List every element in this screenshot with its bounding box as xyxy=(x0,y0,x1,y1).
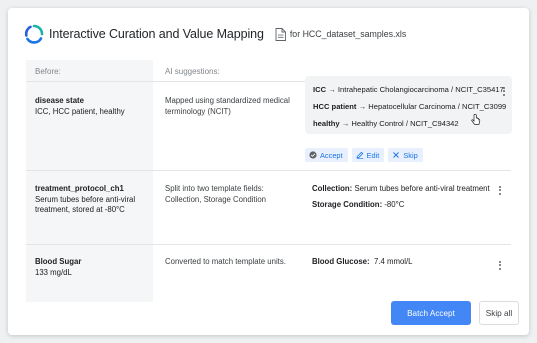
more-options-icon[interactable] xyxy=(496,259,504,271)
ai-suggestion: Mapped using standardized medical termin… xyxy=(165,96,290,116)
field-value: 133 mg/dL xyxy=(35,267,72,277)
result-key: Collection: xyxy=(312,184,353,193)
result-line: Storage Condition: -80°C xyxy=(312,200,404,211)
field-name: Blood Sugar xyxy=(35,257,82,266)
result-line: Blood Glucose: 7.4 mmol/L xyxy=(312,257,413,268)
table-row: Blood Sugar 133 mg/dL Converted to match… xyxy=(26,245,511,302)
before-cell: treatment_protocol_ch1 Serum tubes befor… xyxy=(35,184,147,216)
page-title: Interactive Curation and Value Mapping xyxy=(49,27,264,41)
result-key: Storage Condition: xyxy=(312,200,383,209)
result-value: Serum tubes before anti-viral treatment xyxy=(352,184,490,193)
result-line: Collection: Serum tubes before anti-vira… xyxy=(312,184,490,195)
before-cell: disease state ICC, HCC patient, healthy xyxy=(35,96,147,117)
table-row: treatment_protocol_ch1 Serum tubes befor… xyxy=(26,171,511,245)
file-name: for HCC_dataset_samples.xls xyxy=(289,29,407,39)
field-value: ICC, HCC patient, healthy xyxy=(35,106,125,116)
ai-suggestion: Split into two template fields: Collecti… xyxy=(165,184,266,204)
pencil-icon xyxy=(356,151,364,159)
result-value: -80°C xyxy=(382,200,405,209)
skip-button[interactable]: Skip xyxy=(388,148,423,162)
mapping-target: → Intrahepatic Cholangiocarcinoma / NCIT… xyxy=(326,85,504,94)
curation-card: Interactive Curation and Value Mapping f… xyxy=(8,8,529,335)
mapping-source: HCC patient xyxy=(313,102,357,111)
more-options-icon[interactable] xyxy=(500,85,508,97)
logo-icon xyxy=(24,24,44,44)
ai-suggestion: Converted to match template units. xyxy=(165,257,286,266)
field-value: Serum tubes before anti-viral treatment,… xyxy=(35,194,136,215)
skip-all-button[interactable]: Skip all xyxy=(479,301,519,325)
mapping-line: HCC patient → Hepatocellular Carcinoma /… xyxy=(313,102,506,111)
mapping-target: → Healthy Control / NCIT_C94342 xyxy=(339,119,459,128)
accept-button[interactable]: Accept xyxy=(305,148,348,162)
mapping-line: healthy → Healthy Control / NCIT_C94342 xyxy=(313,119,459,128)
field-name: disease state xyxy=(35,96,84,105)
mapping-line: ICC → Intrahepatic Cholangiocarcinoma / … xyxy=(313,85,504,94)
document-icon xyxy=(275,27,286,41)
check-circle-icon xyxy=(309,151,317,159)
close-icon xyxy=(392,151,400,159)
mapping-source: healthy xyxy=(313,119,340,128)
mapping-box: ICC → Intrahepatic Cholangiocarcinoma / … xyxy=(305,76,512,134)
edit-button[interactable]: Edit xyxy=(351,148,385,162)
column-header-ai-suggestions: AI suggestions: xyxy=(165,67,220,76)
mapping-target: → Hepatocellular Carcinoma / NCIT_C3099 xyxy=(356,102,507,111)
column-header-before: Before: xyxy=(35,67,61,76)
suggestion-actions: Accept Edit Skip xyxy=(305,148,423,162)
file-reference: for HCC_dataset_samples.xls xyxy=(275,27,407,41)
more-options-icon[interactable] xyxy=(496,184,504,196)
accept-label: Accept xyxy=(320,150,343,160)
field-name: treatment_protocol_ch1 xyxy=(35,184,124,193)
result-value: 7.4 mmol/L xyxy=(369,257,413,266)
skip-label: Skip xyxy=(403,150,418,160)
header: Interactive Curation and Value Mapping f… xyxy=(24,24,406,44)
mapping-source: ICC xyxy=(313,85,327,94)
pointer-cursor-icon xyxy=(471,114,481,125)
edit-label: Edit xyxy=(366,150,380,160)
table-row: disease state ICC, HCC patient, healthy … xyxy=(26,76,512,171)
batch-accept-button[interactable]: Batch Accept xyxy=(391,301,471,325)
before-cell: Blood Sugar 133 mg/dL xyxy=(35,257,147,278)
result-key: Blood Glucose: xyxy=(312,257,370,266)
